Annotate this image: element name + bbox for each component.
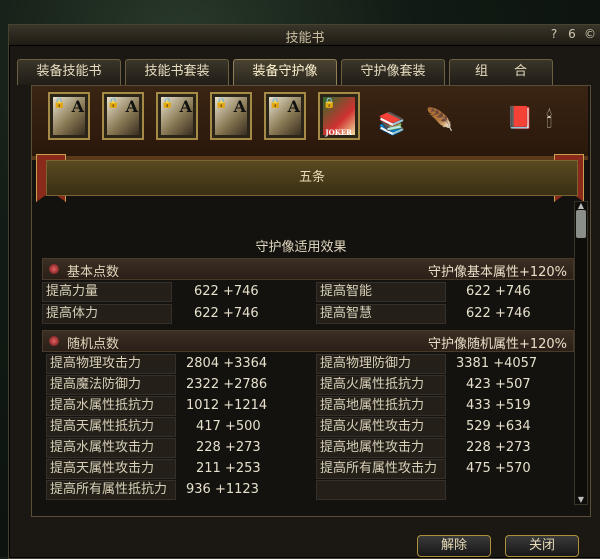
settings-icon[interactable]: 6 [565, 27, 579, 41]
tab-combination[interactable]: 组 合 [449, 59, 553, 85]
scroll-up-icon[interactable]: ▲ [575, 202, 587, 210]
candelabra-icon: 🕯 [546, 108, 553, 133]
stat-value: 211 +253 [196, 461, 261, 476]
titlebar[interactable]: 技能书 ? 6 © [9, 25, 600, 46]
stat-label: 提高物理攻击力 [46, 354, 176, 374]
stat-label: 提高水属性抵抗力 [46, 396, 176, 416]
stat-label [316, 480, 446, 500]
guardian-card-slot-2[interactable]: 🔒 A [102, 92, 144, 140]
stat-value: 475 +570 [466, 461, 531, 476]
books-icon: 📕 [506, 106, 534, 131]
stat-label: 提高地属性攻击力 [316, 438, 446, 458]
extra-icon[interactable]: © [583, 27, 597, 41]
card-rank: JOKER [325, 128, 352, 137]
stat-label: 提高力量 [42, 282, 172, 302]
tab-guardian-set[interactable]: 守护像套装 [341, 59, 445, 85]
stat-label: 提高所有属性抵抗力 [46, 480, 176, 500]
stat-value: 3381 +4057 [456, 356, 538, 371]
section-random-stats: 随机点数 守护像随机属性+120% [42, 330, 574, 352]
lock-icon: 🔒 [161, 98, 174, 109]
stat-value: 423 +507 [466, 377, 531, 392]
stat-value: 433 +519 [466, 398, 531, 413]
lock-icon: 🔒 [323, 98, 336, 109]
stat-value: 622 +746 [194, 306, 259, 321]
stat-label: 提高体力 [42, 304, 172, 324]
stat-value: 622 +746 [466, 306, 531, 321]
stat-label: 提高天属性抵抗力 [46, 417, 176, 437]
close-button[interactable]: 关闭 [505, 535, 579, 557]
scrollbar[interactable]: ▲ ▼ [574, 201, 588, 505]
effects-heading: 守护像适用效果 [255, 240, 347, 255]
stat-value: 228 +273 [196, 440, 261, 455]
stat-label: 提高物理防御力 [316, 354, 446, 374]
section-basic-stats: 基本点数 守护像基本属性+120% [42, 258, 574, 280]
stat-label: 提高魔法防御力 [46, 375, 176, 395]
tab-bar: 装备技能书 技能书套装 装备守护像 守护像套装 组 合 [17, 59, 553, 85]
section-bonus: 守护像随机属性+120% [427, 337, 567, 352]
lock-icon: 🔒 [215, 98, 228, 109]
guardian-card-slot-1[interactable]: 🔒 A [48, 92, 90, 140]
card-rank: A [287, 97, 300, 116]
stat-value: 622 +746 [194, 284, 259, 299]
window-title: 技能书 [285, 31, 325, 46]
stat-label: 提高智能 [316, 282, 446, 302]
books-icon: 📚 [378, 112, 406, 137]
help-icon[interactable]: ? [547, 27, 561, 41]
stat-label: 提高水属性攻击力 [46, 438, 176, 458]
guardian-card-slot-4[interactable]: 🔒 A [210, 92, 252, 140]
bullet-icon [49, 336, 59, 346]
scroll-thumb[interactable] [576, 210, 586, 238]
stat-value: 529 +634 [466, 419, 531, 434]
scroll-down-icon[interactable]: ▼ [575, 496, 587, 504]
stat-value: 1012 +1214 [186, 398, 268, 413]
stat-label: 提高火属性抵抗力 [316, 375, 446, 395]
stat-value: 622 +746 [466, 284, 531, 299]
lock-icon: 🔒 [53, 98, 66, 109]
guardian-name-banner: 五条 [46, 160, 578, 196]
bullet-icon [49, 264, 59, 274]
stat-label: 提高火属性攻击力 [316, 417, 446, 437]
stat-value: 936 +1123 [186, 482, 259, 497]
lock-icon: 🔒 [269, 98, 282, 109]
card-shelf: 🔒 A 🔒 A 🔒 A 🔒 A 🔒 A 🔒 JOKER 📚 🪶 📕 🕯 [32, 86, 588, 160]
stat-label: 提高地属性抵抗力 [316, 396, 446, 416]
stat-label: 提高天属性攻击力 [46, 459, 176, 479]
section-label: 基本点数 [67, 265, 120, 280]
stat-value: 228 +273 [466, 440, 531, 455]
card-rank: A [179, 97, 192, 116]
card-rank: A [71, 97, 84, 116]
stat-label: 提高所有属性攻击力 [316, 459, 446, 479]
section-label: 随机点数 [67, 337, 120, 352]
card-rank: A [233, 97, 246, 116]
guardian-panel: 🔒 A 🔒 A 🔒 A 🔒 A 🔒 A 🔒 JOKER 📚 🪶 📕 🕯 五条 守… [31, 85, 591, 517]
lock-icon: 🔒 [107, 98, 120, 109]
section-bonus: 守护像基本属性+120% [427, 265, 567, 280]
guardian-card-slot-6[interactable]: 🔒 JOKER [318, 92, 360, 140]
tab-skillbook-set[interactable]: 技能书套装 [125, 59, 229, 85]
stat-value: 2804 +3364 [186, 356, 268, 371]
remove-button[interactable]: 解除 [417, 535, 491, 557]
stat-value: 417 +500 [196, 419, 261, 434]
card-rank: A [125, 97, 138, 116]
stat-label: 提高智慧 [316, 304, 446, 324]
quill-icon: 🪶 [426, 108, 454, 133]
skillbook-window: 技能书 ? 6 © 装备技能书 技能书套装 装备守护像 守护像套装 组 合 🔒 … [8, 24, 600, 559]
guardian-card-slot-3[interactable]: 🔒 A [156, 92, 198, 140]
tab-skillbook-equip[interactable]: 装备技能书 [17, 59, 121, 85]
tab-guardian-equip[interactable]: 装备守护像 [233, 59, 337, 85]
guardian-card-slot-5[interactable]: 🔒 A [264, 92, 306, 140]
stat-value: 2322 +2786 [186, 377, 268, 392]
